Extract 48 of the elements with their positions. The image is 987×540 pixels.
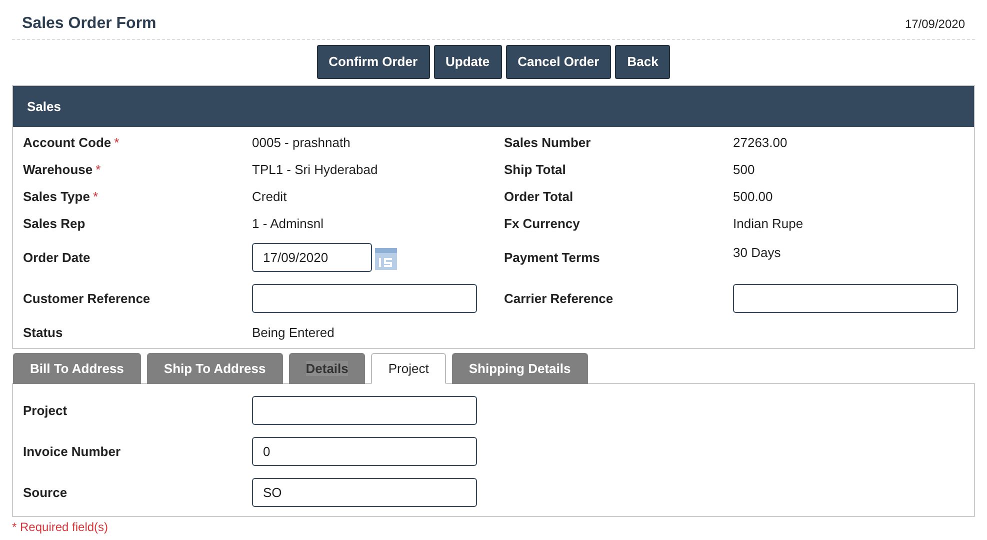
field-label: Sales Rep xyxy=(23,214,86,233)
tab[interactable]: Bill To Address xyxy=(13,353,141,384)
field-value: 1 - Adminsnl xyxy=(252,214,324,233)
field-label: Order Total xyxy=(504,188,574,206)
field-label: Invoice Number xyxy=(23,442,122,461)
required-note: * Required field(s) xyxy=(12,519,110,536)
field-value: 0005 - prashnath xyxy=(252,134,350,152)
header-date: 17/09/2020 xyxy=(904,16,965,32)
field-value: 30 Days xyxy=(733,244,781,262)
field-value: Being Entered xyxy=(252,324,334,342)
field-label: Carrier Reference xyxy=(504,290,614,308)
required-asterisk: * xyxy=(114,134,120,152)
page-title: Sales Order Form xyxy=(22,14,156,34)
field-label: Customer Reference xyxy=(23,290,150,308)
panel-title: Sales xyxy=(27,98,61,116)
field-value: 500.00 xyxy=(733,188,773,206)
field-label: Order Date xyxy=(23,248,90,267)
tab[interactable]: Ship To Address xyxy=(146,353,283,384)
field-label: Payment Terms xyxy=(504,248,600,267)
field-label: Account Code xyxy=(23,134,112,152)
field-label: Ship Total xyxy=(504,160,566,179)
required-asterisk: * xyxy=(96,160,101,179)
field-value: Indian Rupe xyxy=(733,214,804,233)
action-button[interactable]: Back xyxy=(615,45,670,79)
input-field[interactable] xyxy=(733,284,958,313)
field-value: TPL1 - Sri Hyderabad xyxy=(252,160,378,179)
input-field[interactable] xyxy=(252,284,477,313)
action-button[interactable]: Update xyxy=(434,45,502,79)
field-value: 500 xyxy=(733,160,755,179)
date-field[interactable]: 17/09/2020 xyxy=(252,243,372,272)
tab[interactable]: Shipping Details xyxy=(452,353,588,384)
action-button[interactable]: Cancel Order xyxy=(506,45,612,79)
action-button[interactable]: Confirm Order xyxy=(316,45,430,79)
tab[interactable]: Details xyxy=(288,353,366,384)
field-value: Credit xyxy=(252,188,287,206)
tab[interactable]: Project xyxy=(371,353,446,384)
input-field[interactable] xyxy=(252,396,477,425)
field-label: Status xyxy=(23,324,63,342)
field-label: Source xyxy=(23,484,68,502)
field-label: Sales Type xyxy=(23,188,90,206)
field-value: 27263.00 xyxy=(733,134,788,152)
field-label: Fx Currency xyxy=(504,214,580,233)
field-label: Sales Number xyxy=(504,134,591,152)
required-asterisk: * xyxy=(92,188,98,206)
input-field[interactable]: SO xyxy=(252,478,477,507)
field-label: Warehouse xyxy=(23,160,93,179)
input-field[interactable]: 0 xyxy=(252,437,477,466)
field-label: Project xyxy=(23,402,68,420)
